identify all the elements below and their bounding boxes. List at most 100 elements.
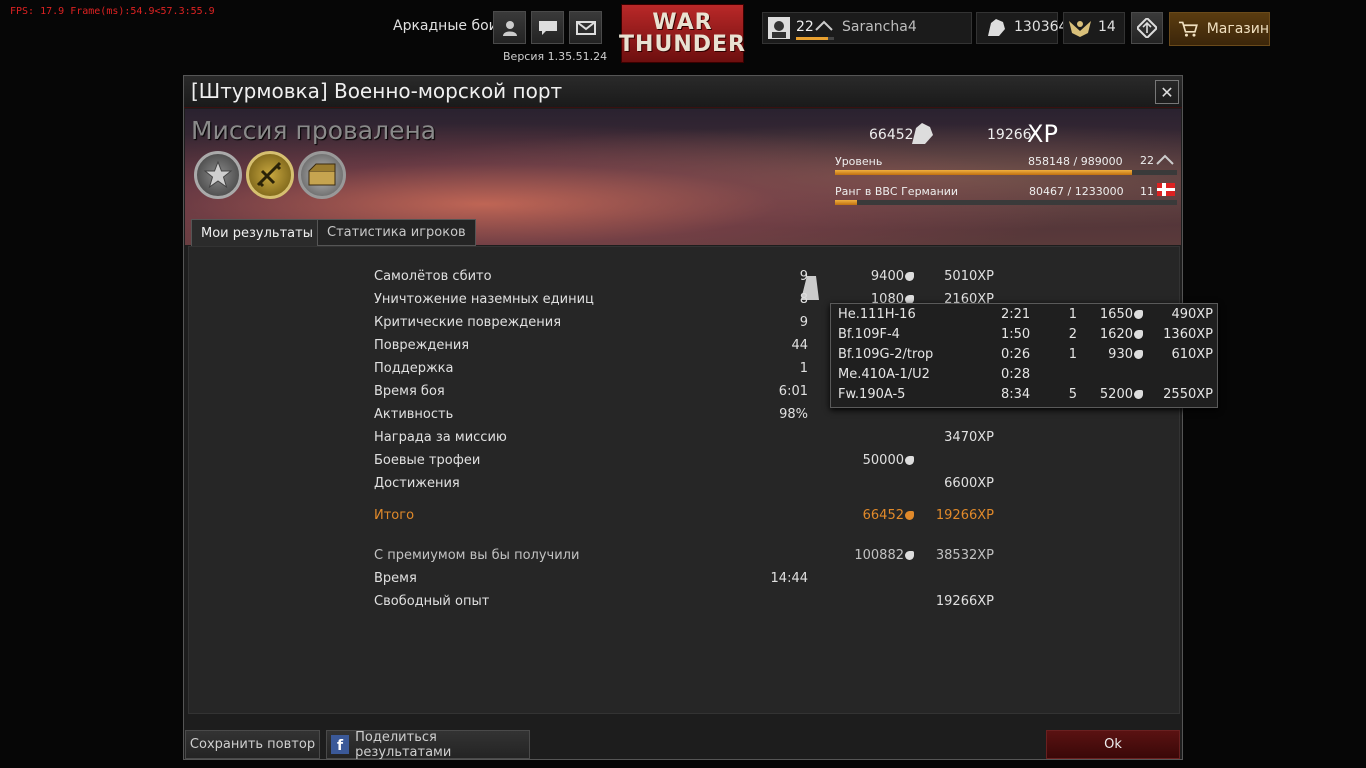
crate-icon	[308, 163, 336, 186]
result-row: Боевые трофеи 50000	[184, 453, 1084, 473]
lion-icon	[905, 456, 914, 465]
result-row: Активность 98%	[184, 407, 1084, 427]
plane-icon	[256, 161, 282, 188]
result-label: Награда за миссию	[374, 430, 507, 445]
free-xp-label: Свободный опыт	[374, 594, 490, 609]
star-icon	[203, 160, 233, 189]
envelope-icon	[575, 20, 596, 35]
tooltip-row: Me.410A-1/U2 0:28	[831, 367, 1217, 387]
lion-icon	[905, 272, 914, 281]
premium-row: С премиумом вы бы получили 100882 38532X…	[184, 548, 1084, 568]
aircraft-name: Me.410A-1/U2	[838, 367, 930, 382]
share-results-button[interactable]: f Поделиться результатами	[326, 729, 530, 760]
lion-icon	[905, 551, 914, 560]
result-row: Самолётов сбито 9 9400 5010XP	[184, 269, 1084, 289]
tab-my-results[interactable]: Мои результаты	[191, 219, 323, 246]
silver-balance: 130364	[1014, 19, 1068, 35]
lion-icon	[1134, 350, 1143, 359]
dialog-title: [Штурмовка] Военно-морской порт	[191, 79, 563, 103]
result-label: Самолётов сбито	[374, 269, 492, 284]
free-xp-row: Свободный опыт 19266XP	[184, 594, 1084, 614]
save-replay-button[interactable]: Сохранить повтор	[185, 730, 320, 759]
share-label: Поделиться результатами	[355, 729, 452, 760]
logo-line2: THUNDER	[619, 31, 746, 57]
ok-button[interactable]: Ok	[1046, 730, 1180, 759]
result-silver: 50000	[844, 453, 914, 468]
close-button[interactable]: ✕	[1155, 80, 1179, 104]
xp-label: XP	[1027, 120, 1058, 148]
result-row: Награда за миссию 3470XP	[184, 430, 1084, 450]
result-label: Боевые трофеи	[374, 453, 481, 468]
aircraft-time: 8:34	[1001, 387, 1031, 402]
aircraft-name: He.111H-16	[838, 307, 916, 322]
level-progress-text: 858148 / 989000	[1028, 155, 1123, 168]
country-rank-progress-bar	[835, 200, 1177, 205]
result-xp: 5010XP	[944, 269, 994, 284]
player-nickname: Sarancha4	[842, 19, 917, 35]
result-row: Достижения 6600XP	[184, 476, 1084, 496]
top-bar: Аркадные бои Версия 1.35.51.24 WAR THUND…	[0, 0, 1366, 63]
tooltip-row: Fw.190A-5 8:34 5 5200 2550XP	[831, 387, 1217, 407]
rank-award-icon[interactable]	[194, 151, 242, 199]
summary-xp: 19266	[987, 127, 1032, 143]
logo-line1: WAR	[652, 9, 713, 35]
aircraft-silver: 930	[1097, 347, 1143, 362]
trophy-award-icon[interactable]	[298, 151, 346, 199]
eagle-icon	[1069, 21, 1091, 37]
premium-silver: 100882	[844, 548, 914, 563]
result-count: 9	[799, 315, 808, 330]
lion-icon	[1134, 390, 1143, 399]
result-label: Активность	[374, 407, 454, 422]
user-icon	[502, 20, 517, 36]
tab-player-stats[interactable]: Статистика игроков	[317, 219, 476, 246]
premium-xp: 38532XP	[935, 548, 994, 563]
result-count: 44	[791, 338, 808, 353]
tooltip-row: Bf.109F-4 1:50 2 1620 1360XP	[831, 327, 1217, 347]
summary-silver: 66452	[869, 127, 914, 143]
time-label: Время	[374, 571, 417, 586]
result-count: 9	[799, 269, 808, 284]
chevron-up-icon	[815, 20, 833, 31]
aircraft-kills: 5	[1068, 387, 1077, 402]
rank-progress-bar	[796, 37, 834, 40]
exchange-button[interactable]	[1131, 12, 1163, 44]
aircraft-name: Fw.190A-5	[838, 387, 906, 402]
avatar-icon	[768, 17, 790, 39]
lion-icon	[1134, 330, 1143, 339]
result-silver: 9400	[844, 269, 914, 284]
game-mode-label[interactable]: Аркадные бои	[393, 18, 498, 34]
aircraft-time: 1:50	[1001, 327, 1031, 342]
aircraft-xp: 2550XP	[1163, 387, 1213, 402]
aircraft-silver: 5200	[1097, 387, 1143, 402]
shop-button[interactable]: Магазин	[1169, 12, 1270, 46]
aircraft-xp: 610XP	[1171, 347, 1213, 362]
result-label: Время боя	[374, 384, 445, 399]
chat-button[interactable]	[531, 11, 564, 44]
country-rank-progress-text: 80467 / 1233000	[1029, 185, 1124, 198]
version-label: Версия 1.35.51.24	[503, 50, 608, 63]
aircraft-time: 0:26	[1001, 347, 1031, 362]
level-number: 22	[1140, 154, 1154, 167]
time-value: 14:44	[770, 571, 808, 586]
lion-icon	[1134, 310, 1143, 319]
gold-balance: 14	[1098, 19, 1116, 35]
result-label: Критические повреждения	[374, 315, 562, 330]
total-label: Итого	[374, 508, 415, 523]
mail-button[interactable]	[569, 11, 602, 44]
aircraft-award-icon[interactable]	[246, 151, 294, 199]
profile-button[interactable]	[493, 11, 526, 44]
cart-icon	[1178, 21, 1198, 37]
aircraft-kills: 1	[1068, 307, 1077, 322]
result-label: Достижения	[374, 476, 460, 491]
aircraft-kills: 2	[1068, 327, 1077, 342]
facebook-icon: f	[331, 735, 350, 754]
lion-icon	[912, 123, 933, 144]
result-count: 98%	[779, 407, 808, 422]
aircraft-breakdown-tooltip: He.111H-16 2:21 1 1650 490XP Bf.109F-4 1:50 2 16…	[830, 303, 1218, 408]
premium-label: С премиумом вы бы получили	[374, 548, 580, 563]
aircraft-time: 2:21	[1001, 307, 1031, 322]
chat-icon	[538, 20, 557, 35]
result-xp: 6600XP	[944, 476, 994, 491]
time-row: Время 14:44	[184, 571, 1084, 591]
mission-status: Миссия провалена	[191, 116, 437, 145]
